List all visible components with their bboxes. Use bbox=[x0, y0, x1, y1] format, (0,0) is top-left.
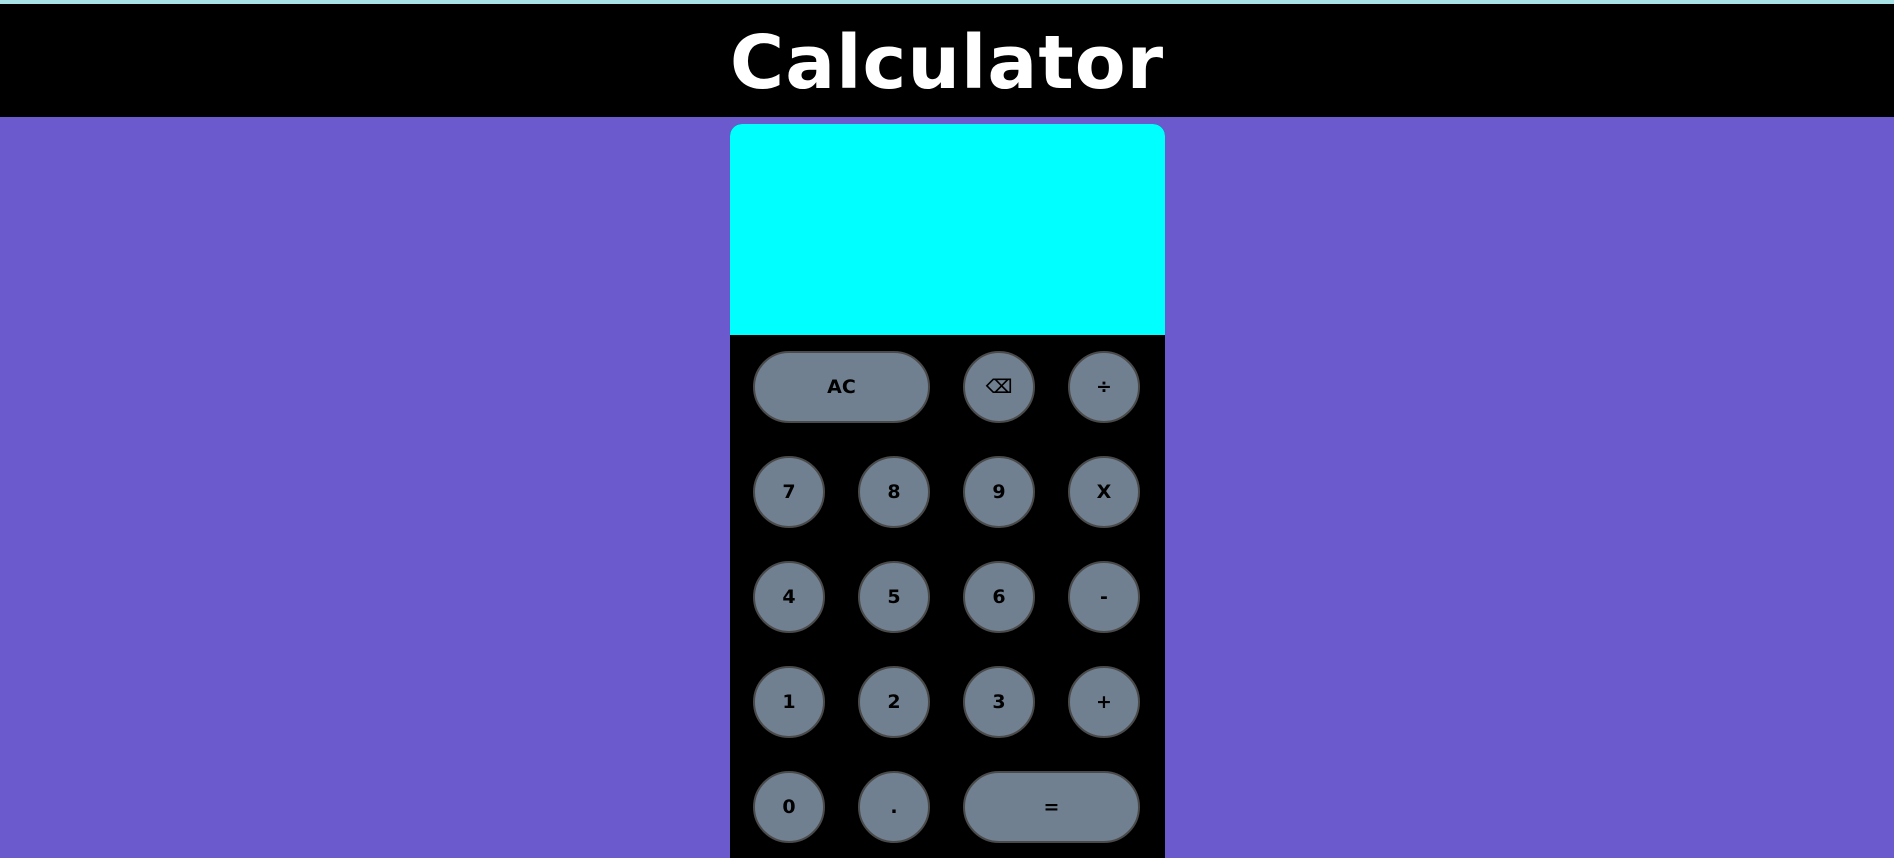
equals-button[interactable]: = bbox=[963, 771, 1140, 843]
page-header: Calculator bbox=[0, 4, 1894, 117]
digit-4-button[interactable]: 4 bbox=[753, 561, 825, 633]
calculator: AC ⌫ ÷ 7 8 9 X 4 5 6 - 1 2 3 + 0 . = bbox=[730, 124, 1165, 858]
digit-0-button[interactable]: 0 bbox=[753, 771, 825, 843]
decimal-button[interactable]: . bbox=[858, 771, 930, 843]
add-button[interactable]: + bbox=[1068, 666, 1140, 738]
divide-button[interactable]: ÷ bbox=[1068, 351, 1140, 423]
all-clear-button[interactable]: AC bbox=[753, 351, 930, 423]
digit-7-button[interactable]: 7 bbox=[753, 456, 825, 528]
keypad: AC ⌫ ÷ 7 8 9 X 4 5 6 - 1 2 3 + 0 . = bbox=[730, 124, 1165, 858]
page-title: Calculator bbox=[729, 19, 1165, 106]
digit-3-button[interactable]: 3 bbox=[963, 666, 1035, 738]
multiply-button[interactable]: X bbox=[1068, 456, 1140, 528]
digit-9-button[interactable]: 9 bbox=[963, 456, 1035, 528]
digit-5-button[interactable]: 5 bbox=[858, 561, 930, 633]
backspace-button[interactable]: ⌫ bbox=[963, 351, 1035, 423]
digit-2-button[interactable]: 2 bbox=[858, 666, 930, 738]
subtract-button[interactable]: - bbox=[1068, 561, 1140, 633]
digit-1-button[interactable]: 1 bbox=[753, 666, 825, 738]
digit-6-button[interactable]: 6 bbox=[963, 561, 1035, 633]
digit-8-button[interactable]: 8 bbox=[858, 456, 930, 528]
